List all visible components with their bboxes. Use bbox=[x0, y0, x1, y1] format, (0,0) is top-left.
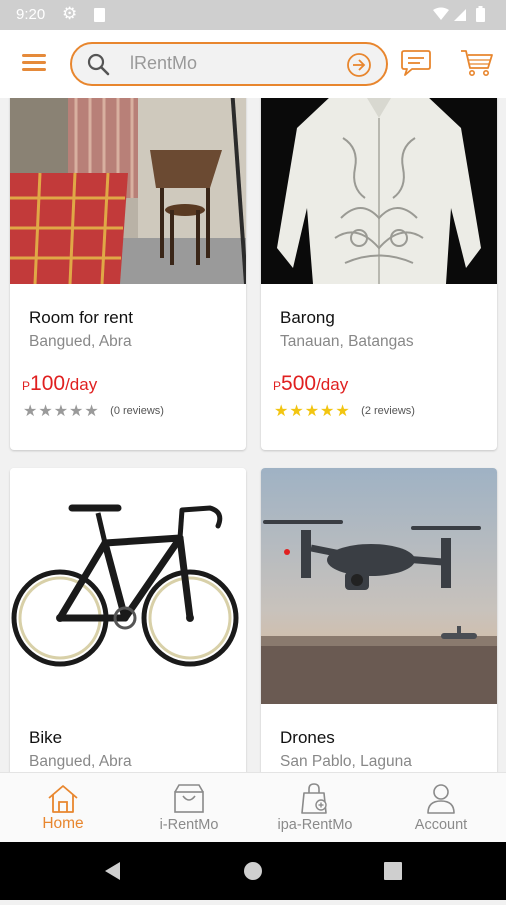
nav-ipa-rentmo[interactable]: ipa-RentMo bbox=[252, 773, 378, 843]
nav-label: ipa-RentMo bbox=[277, 817, 353, 833]
listing-price: P100/day bbox=[22, 372, 98, 395]
rating: ★★★★★ (2 reviews) bbox=[274, 401, 415, 421]
star-icon: ★ bbox=[335, 403, 351, 420]
recents-icon[interactable] bbox=[384, 862, 402, 880]
back-icon[interactable] bbox=[105, 862, 120, 880]
status-bar: 9:20 ⚙ bbox=[0, 0, 506, 30]
status-time: 9:20 bbox=[16, 6, 46, 23]
shop-icon bbox=[174, 784, 204, 813]
listing-location: San Pablo, Laguna bbox=[280, 753, 412, 770]
nav-label: i-RentMo bbox=[159, 817, 219, 833]
review-count: (0 reviews) bbox=[110, 405, 164, 417]
cart-icon[interactable] bbox=[460, 48, 494, 83]
battery-icon bbox=[476, 8, 485, 22]
wifi-signal-battery-icons bbox=[433, 6, 485, 22]
system-nav-bar bbox=[0, 842, 506, 900]
listing-image-barong bbox=[261, 98, 497, 284]
listing-image-room bbox=[10, 98, 246, 284]
star-icon: ★ bbox=[289, 403, 305, 420]
signal-icon bbox=[454, 9, 466, 21]
wifi-icon bbox=[433, 7, 449, 20]
listing-card[interactable]: Room for rent Bangued, Abra P100/day ★★★… bbox=[10, 98, 246, 450]
star-icon: ★ bbox=[53, 403, 70, 420]
nav-label: Account bbox=[414, 817, 468, 833]
listing-location: Tanauan, Batangas bbox=[280, 333, 414, 350]
nav-home[interactable]: Home bbox=[0, 773, 126, 843]
listing-location: Bangued, Abra bbox=[29, 333, 132, 350]
listing-card[interactable]: Drones San Pablo, Laguna bbox=[261, 468, 497, 772]
star-icon: ★ bbox=[23, 403, 39, 420]
star-icon: ★ bbox=[69, 403, 85, 420]
home-circle-icon[interactable] bbox=[244, 862, 262, 880]
bag-add-icon bbox=[301, 783, 327, 814]
user-icon bbox=[427, 784, 455, 814]
sd-card-icon bbox=[94, 8, 105, 22]
search-icon[interactable] bbox=[86, 52, 110, 81]
star-icon: ★ bbox=[274, 403, 290, 420]
status-icons bbox=[432, 6, 492, 29]
system-nav-icons bbox=[105, 862, 402, 880]
search-input[interactable] bbox=[130, 53, 330, 74]
nav-account[interactable]: Account bbox=[378, 773, 504, 843]
chat-icon[interactable] bbox=[400, 48, 432, 83]
listing-title: Drones bbox=[280, 728, 335, 747]
listing-location: Bangued, Abra bbox=[29, 753, 132, 770]
home-icon bbox=[48, 785, 78, 813]
nav-label: Home bbox=[42, 815, 84, 832]
review-count: (2 reviews) bbox=[361, 405, 415, 417]
arrow-right-circle-icon[interactable] bbox=[346, 52, 372, 83]
star-icon: ★ bbox=[84, 403, 100, 420]
menu-icon[interactable] bbox=[22, 54, 48, 74]
rating: ★★★★★ (0 reviews) bbox=[23, 401, 164, 421]
listing-card[interactable]: Barong Tanauan, Batangas P500/day ★★★★★ … bbox=[261, 98, 497, 450]
app-bar bbox=[0, 30, 506, 98]
search-bar[interactable] bbox=[70, 42, 388, 86]
star-icon: ★ bbox=[304, 403, 321, 420]
gear-icon: ⚙ bbox=[62, 4, 78, 23]
bottom-nav: Home i-RentMo ipa-RentMo Account bbox=[0, 772, 506, 843]
star-icon: ★ bbox=[320, 403, 336, 420]
nav-i-rentmo[interactable]: i-RentMo bbox=[126, 773, 252, 843]
star-icon: ★ bbox=[38, 403, 54, 420]
listing-image-bike bbox=[10, 468, 246, 704]
listing-card[interactable]: Bike Bangued, Abra bbox=[10, 468, 246, 772]
listing-image-drone bbox=[261, 468, 497, 704]
listing-title: Bike bbox=[29, 728, 63, 747]
listing-title: Barong bbox=[280, 308, 335, 327]
listing-title: Room for rent bbox=[29, 308, 133, 327]
listings-grid: Room for rent Bangued, Abra P100/day ★★★… bbox=[0, 98, 506, 772]
listing-price: P500/day bbox=[273, 372, 349, 395]
